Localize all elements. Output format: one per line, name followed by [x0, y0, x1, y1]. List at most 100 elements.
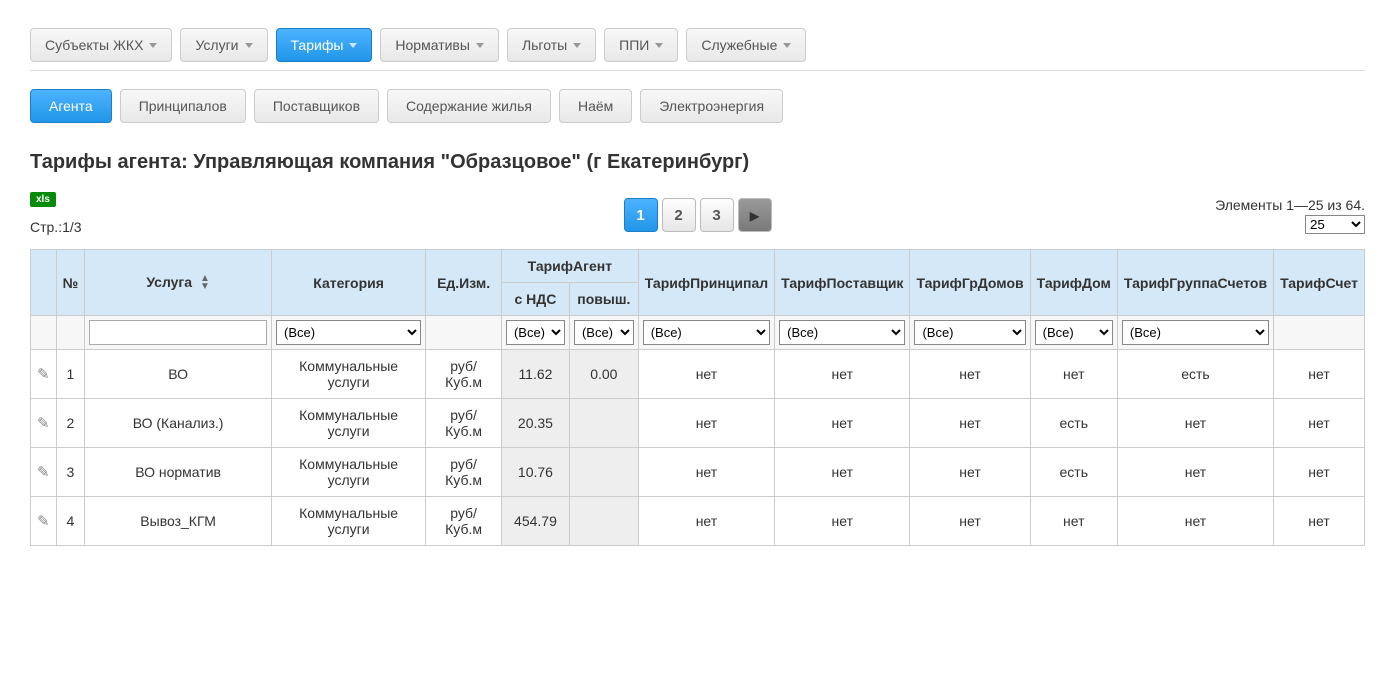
col-tariff-principal[interactable]: ТарифПринципал [638, 250, 774, 316]
nav-item[interactable]: Льготы [507, 28, 596, 62]
cell-category: Коммунальные услуги [272, 350, 426, 399]
cell-num: 2 [56, 399, 85, 448]
page-size-select[interactable]: 25 [1305, 215, 1365, 234]
cell-service: ВО (Канализ.) [85, 399, 272, 448]
col-tariff-agent[interactable]: ТарифАгент [501, 250, 638, 283]
col-increase[interactable]: повыш. [569, 283, 638, 316]
caret-down-icon [149, 43, 157, 48]
cell-accgroup: нет [1117, 497, 1273, 546]
cell-vat: 454.79 [501, 497, 569, 546]
filter-category-select[interactable]: (Все) [276, 320, 421, 345]
cell-acc: нет [1274, 350, 1365, 399]
caret-down-icon [245, 43, 253, 48]
edit-icon[interactable] [37, 415, 50, 431]
col-num[interactable]: № [56, 250, 85, 316]
cell-houses: нет [910, 497, 1030, 546]
cell-inc [569, 399, 638, 448]
table-row: 2ВО (Канализ.)Коммунальные услугируб/Куб… [31, 399, 1365, 448]
cell-service: ВО [85, 350, 272, 399]
edit-icon[interactable] [37, 366, 50, 382]
filter-service-input[interactable] [89, 320, 267, 345]
cell-house: есть [1030, 448, 1117, 497]
cell-inc: 0.00 [569, 350, 638, 399]
page-title: Тарифы агента: Управляющая компания "Обр… [30, 151, 1365, 174]
col-category[interactable]: Категория [272, 250, 426, 316]
nav-item[interactable]: Услуги [180, 28, 267, 62]
nav-item[interactable]: ППИ [604, 28, 678, 62]
edit-icon[interactable] [37, 464, 50, 480]
cell-vat: 10.76 [501, 448, 569, 497]
cell-houses: нет [910, 350, 1030, 399]
cell-principal: нет [638, 497, 774, 546]
filter-supplier-select[interactable]: (Все) [779, 320, 905, 345]
filter-houses-select[interactable]: (Все) [914, 320, 1025, 345]
cell-house: есть [1030, 399, 1117, 448]
filter-house-select[interactable]: (Все) [1035, 320, 1113, 345]
cell-category: Коммунальные услуги [272, 497, 426, 546]
nav-item[interactable]: Субъекты ЖКХ [30, 28, 172, 62]
subnav-item[interactable]: Электроэнергия [640, 89, 783, 123]
subnav-item[interactable]: Поставщиков [254, 89, 379, 123]
cell-houses: нет [910, 399, 1030, 448]
cell-unit: руб/Куб.м [426, 350, 502, 399]
elements-info: Элементы 1—25 из 64. [1215, 197, 1365, 213]
cell-inc [569, 448, 638, 497]
caret-down-icon [573, 43, 581, 48]
cell-vat: 20.35 [501, 399, 569, 448]
cell-category: Коммунальные услуги [272, 448, 426, 497]
subnav-item[interactable]: Принципалов [120, 89, 246, 123]
edit-icon[interactable] [37, 513, 50, 529]
caret-down-icon [783, 43, 791, 48]
cell-supplier: нет [775, 350, 910, 399]
cell-unit: руб/Куб.м [426, 497, 502, 546]
caret-down-icon [349, 43, 357, 48]
col-tariff-house[interactable]: ТарифДом [1030, 250, 1117, 316]
cell-houses: нет [910, 448, 1030, 497]
filter-accgroup-select[interactable]: (Все) [1122, 320, 1269, 345]
col-service[interactable]: Услуга ▲▼ [85, 250, 272, 316]
cell-inc [569, 497, 638, 546]
filter-row: (Все) (Все) (Все) (Все) (Все) (Все) (Все… [31, 316, 1365, 350]
cell-supplier: нет [775, 399, 910, 448]
sub-nav: АгентаПринципаловПоставщиковСодержание ж… [30, 81, 1365, 131]
cell-accgroup: нет [1117, 448, 1273, 497]
col-tariff-supplier[interactable]: ТарифПоставщик [775, 250, 910, 316]
pager: 123 [624, 198, 772, 232]
next-page-button[interactable] [738, 198, 772, 232]
col-unit[interactable]: Ед.Изм. [426, 250, 502, 316]
filter-principal-select[interactable]: (Все) [643, 320, 770, 345]
cell-house: нет [1030, 497, 1117, 546]
main-nav: Субъекты ЖКХУслуги ТарифыНормативыЛьготыП… [30, 20, 1365, 71]
cell-acc: нет [1274, 448, 1365, 497]
nav-item[interactable]: Нормативы [380, 28, 499, 62]
col-tariff-acc[interactable]: ТарифСчет [1274, 250, 1365, 316]
cell-accgroup: нет [1117, 399, 1273, 448]
cell-unit: руб/Куб.м [426, 448, 502, 497]
subnav-item[interactable]: Наём [559, 89, 632, 123]
subnav-item[interactable]: Содержание жилья [387, 89, 551, 123]
filter-inc-select[interactable]: (Все) [574, 320, 634, 345]
cell-acc: нет [1274, 497, 1365, 546]
page-button[interactable]: 1 [624, 198, 658, 232]
col-tariff-accgroup[interactable]: ТарифГруппаСчетов [1117, 250, 1273, 316]
page-button[interactable]: 3 [700, 198, 734, 232]
page-counter: Стр.:1/3 [30, 219, 82, 235]
toolbar: xls Стр.:1/3 123 Элементы 1—25 из 64. 25 [30, 189, 1365, 241]
cell-acc: нет [1274, 399, 1365, 448]
subnav-item[interactable]: Агента [30, 89, 112, 123]
nav-item[interactable]: Тарифы [276, 28, 373, 62]
nav-item[interactable]: Служебные [686, 28, 806, 62]
cell-principal: нет [638, 350, 774, 399]
table-row: 1ВОКоммунальные услугируб/Куб.м11.620.00… [31, 350, 1365, 399]
col-tariff-houses[interactable]: ТарифГрДомов [910, 250, 1030, 316]
cell-principal: нет [638, 448, 774, 497]
cell-category: Коммунальные услуги [272, 399, 426, 448]
col-with-vat[interactable]: с НДС [501, 283, 569, 316]
cell-service: ВО норматив [85, 448, 272, 497]
tariffs-table: № Услуга ▲▼ Категория Ед.Изм. ТарифАгент… [30, 249, 1365, 546]
filter-vat-select[interactable]: (Все) [506, 320, 565, 345]
export-xls-button[interactable]: xls [30, 192, 56, 207]
cell-num: 4 [56, 497, 85, 546]
cell-accgroup: есть [1117, 350, 1273, 399]
page-button[interactable]: 2 [662, 198, 696, 232]
